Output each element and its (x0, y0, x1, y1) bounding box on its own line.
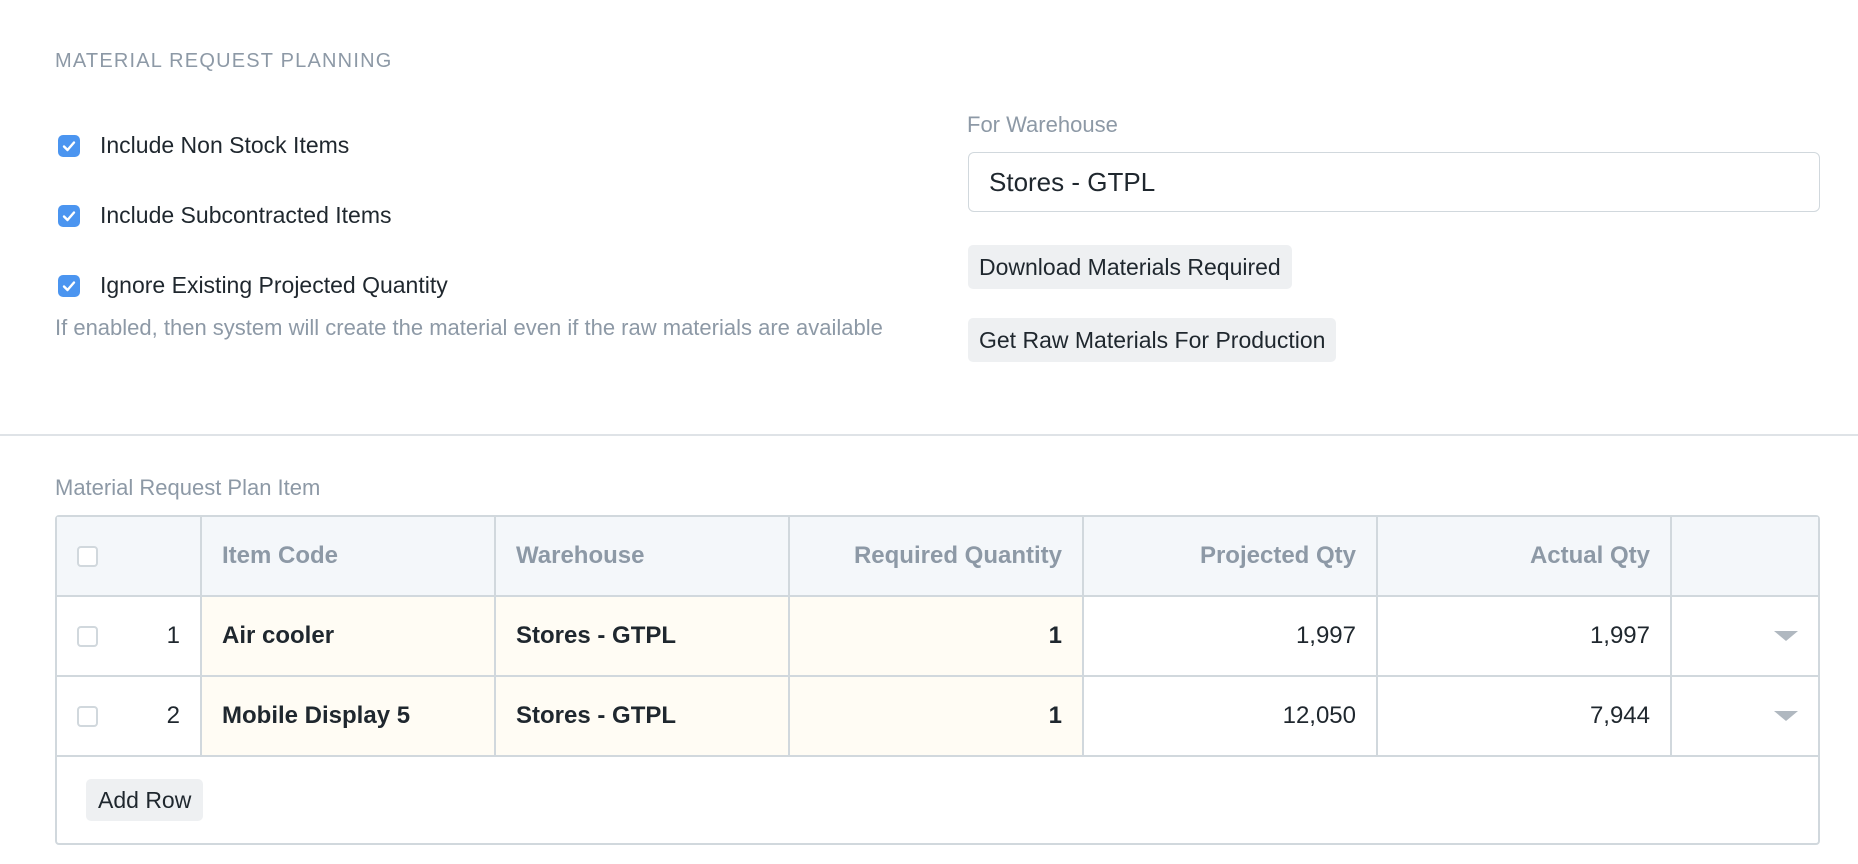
get-raw-materials-button[interactable]: Get Raw Materials For Production (968, 318, 1337, 362)
header-projected-qty[interactable]: Projected Qty (1084, 517, 1378, 595)
header-actual-qty[interactable]: Actual Qty (1378, 517, 1672, 595)
row-select-cell: 2 (57, 677, 202, 755)
row-index: 2 (166, 702, 180, 729)
for-warehouse-label: For Warehouse (967, 112, 1118, 137)
material-request-planning-page: MATERIAL REQUEST PLANNING Include Non St… (0, 0, 1858, 864)
select-all-checkbox[interactable] (77, 545, 98, 567)
table-header-row: Item Code Warehouse Required Quantity Pr… (57, 517, 1818, 597)
checkbox-checked-icon[interactable] (58, 204, 80, 227)
section-title: MATERIAL REQUEST PLANNING (55, 50, 393, 72)
caret-down-icon[interactable] (1774, 631, 1798, 641)
option-label: Ignore Existing Projected Quantity (100, 272, 448, 298)
table-label: Material Request Plan Item (55, 475, 321, 500)
add-row-button[interactable]: Add Row (86, 779, 204, 821)
warehouse-cell[interactable]: Stores - GTPL (496, 677, 790, 755)
table-row[interactable]: 1 Air cooler Stores - GTPL 1 1,997 1,997 (57, 597, 1818, 677)
item-code-cell[interactable]: Mobile Display 5 (202, 677, 496, 755)
ignore-existing-projected-quantity-option[interactable]: Ignore Existing Projected Quantity (58, 272, 448, 299)
projected-qty-cell: 1,997 (1084, 597, 1378, 675)
for-warehouse-value: Stores - GTPL (989, 166, 1156, 197)
actual-qty-cell: 1,997 (1378, 597, 1672, 675)
required-quantity-cell[interactable]: 1 (790, 677, 1084, 755)
actual-qty-cell: 7,944 (1378, 677, 1672, 755)
include-subcontracted-items-option[interactable]: Include Subcontracted Items (58, 202, 392, 229)
table-footer: Add Row (57, 757, 1818, 843)
option-label: Include Subcontracted Items (100, 202, 392, 228)
checkbox-checked-icon[interactable] (58, 274, 80, 297)
projected-qty-cell: 12,050 (1084, 677, 1378, 755)
for-warehouse-input[interactable]: Stores - GTPL (968, 152, 1820, 212)
row-menu-cell[interactable] (1672, 677, 1818, 755)
row-menu-cell[interactable] (1672, 597, 1818, 675)
row-select-cell: 1 (57, 597, 202, 675)
option-label: Include Non Stock Items (100, 132, 350, 158)
row-index: 1 (166, 622, 180, 649)
required-quantity-cell[interactable]: 1 (790, 597, 1084, 675)
include-non-stock-items-option[interactable]: Include Non Stock Items (58, 132, 349, 159)
header-warehouse[interactable]: Warehouse (496, 517, 790, 595)
material-request-plan-item-table: Item Code Warehouse Required Quantity Pr… (55, 515, 1820, 845)
ignore-projected-qty-help-text: If enabled, then system will create the … (55, 315, 883, 340)
header-required-quantity[interactable]: Required Quantity (790, 517, 1084, 595)
warehouse-cell[interactable]: Stores - GTPL (496, 597, 790, 675)
section-divider (0, 434, 1858, 436)
header-select-cell (57, 517, 202, 595)
checkbox-checked-icon[interactable] (58, 134, 80, 157)
row-checkbox[interactable] (77, 625, 98, 647)
item-code-cell[interactable]: Air cooler (202, 597, 496, 675)
table-row[interactable]: 2 Mobile Display 5 Stores - GTPL 1 12,05… (57, 677, 1818, 757)
header-menu-cell (1672, 517, 1818, 595)
header-item-code[interactable]: Item Code (202, 517, 496, 595)
row-checkbox[interactable] (77, 705, 98, 727)
download-materials-required-button[interactable]: Download Materials Required (968, 245, 1292, 289)
caret-down-icon[interactable] (1774, 711, 1798, 721)
